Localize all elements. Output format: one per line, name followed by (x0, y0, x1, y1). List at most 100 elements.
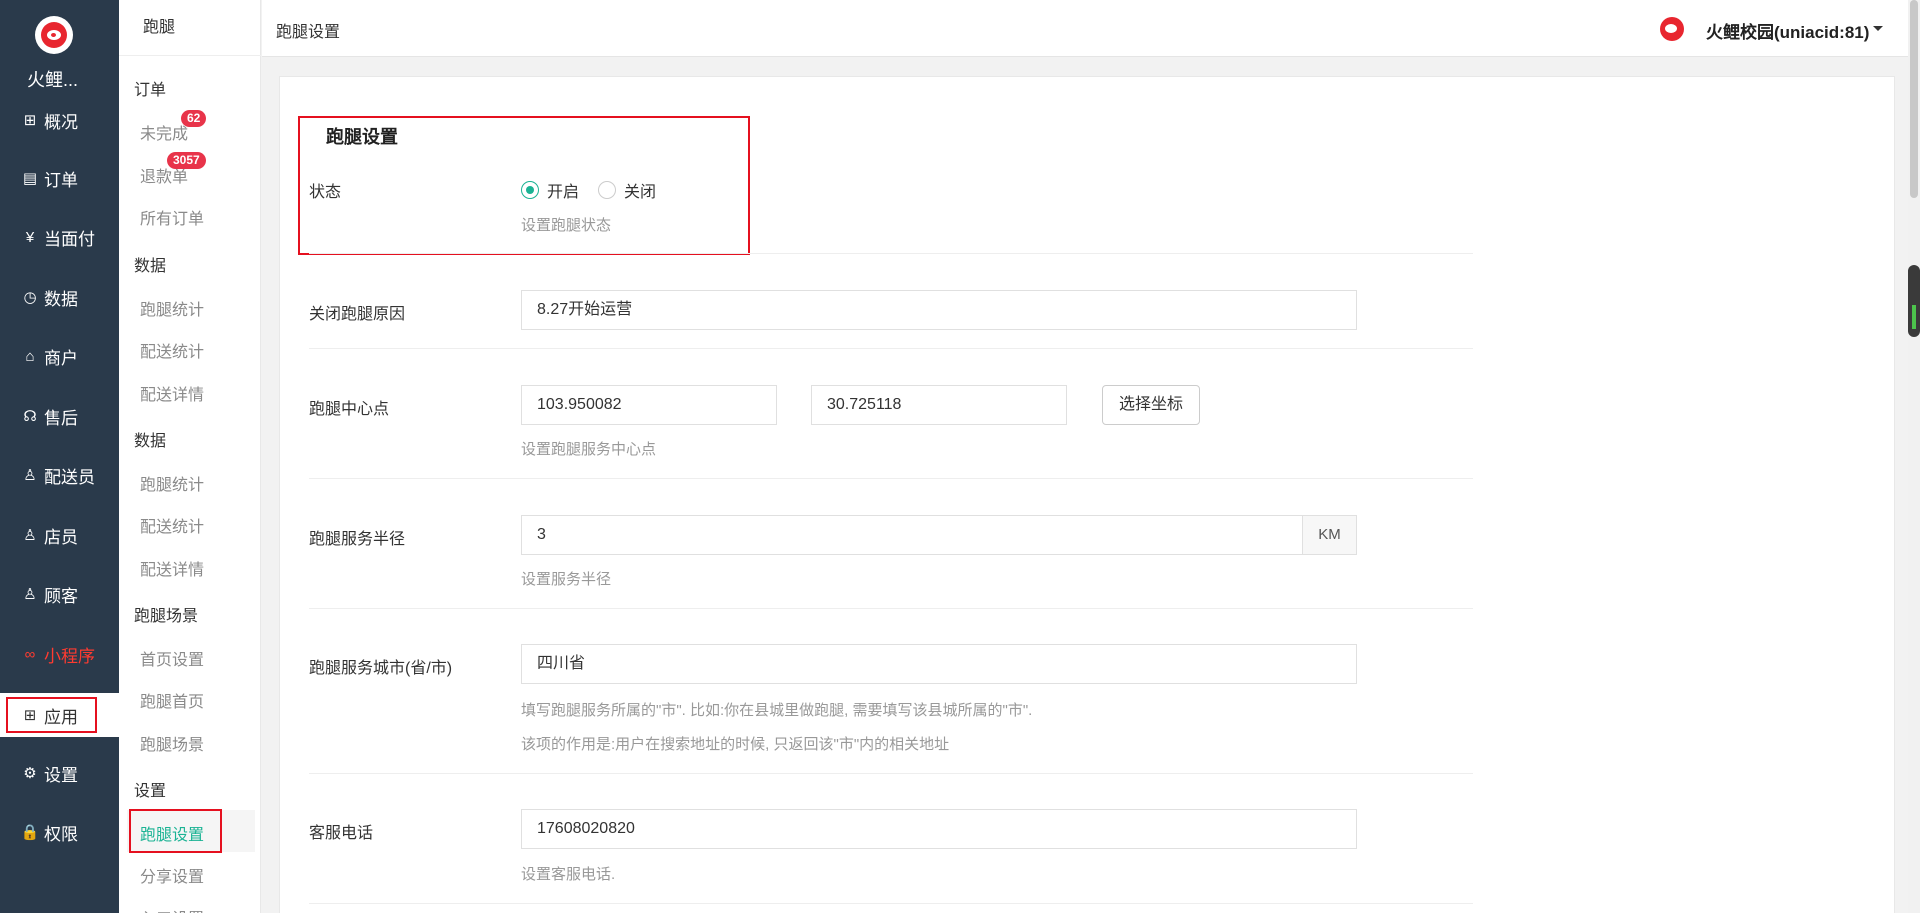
group-data-2: 数据 (134, 433, 167, 450)
link-errand-stats[interactable]: 跑腿统计 (140, 296, 204, 320)
radius-unit-addon: KM (1302, 515, 1357, 555)
divider (309, 903, 1473, 904)
link-delivery-stats-2[interactable]: 配送统计 (140, 513, 204, 537)
center-help: 设置跑腿服务中心点 (521, 441, 657, 458)
rail-item-label: 商户 (44, 348, 78, 368)
rail-item-label: 当面付 (44, 229, 95, 249)
link-delivery-stats[interactable]: 配送统计 (140, 338, 204, 362)
refund-count-badge: 3057 (167, 152, 206, 169)
status-off-radio[interactable]: 关闭 (598, 178, 656, 202)
rail-item-label: 设置 (44, 765, 78, 785)
section-title: 跑腿设置 (326, 127, 398, 147)
city-input[interactable]: 四川省 (521, 644, 1357, 684)
radio-label: 开启 (547, 184, 580, 201)
chart-icon: ◷ (23, 289, 37, 306)
rail-item-label: 小程序 (44, 646, 95, 666)
main-nav-rail: 火鲤... ⊞ 概况 ▤ 订单 ¥ 当面付 ◷ 数据 ⌂ 商户 ☊ 售后 ♙ 配… (0, 0, 119, 913)
close-reason-label: 关闭跑腿原因 (309, 306, 406, 323)
vertical-scrollbar[interactable] (1908, 0, 1920, 913)
status-label: 状态 (309, 184, 342, 201)
rail-item-apps[interactable]: ⊞ 应用 (0, 693, 119, 737)
unfinished-count-badge: 62 (181, 110, 207, 127)
rail-item-data[interactable]: ◷ 数据 (0, 277, 119, 317)
customer-icon: ♙ (23, 586, 37, 603)
account-logo-icon (1660, 17, 1684, 41)
divider (309, 348, 1473, 349)
city-help-1: 填写跑腿服务所属的"市". 比如:你在县城里做跑腿, 需要填写该县城所属的"市"… (521, 702, 1033, 719)
rail-item-permissions[interactable]: 🔒 权限 (0, 812, 119, 852)
rail-item-label: 权限 (44, 824, 78, 844)
yen-icon: ¥ (25, 228, 35, 246)
account-menu[interactable]: 火鲤校园(uniacid:81) (1706, 18, 1869, 43)
courier-icon: ♙ (23, 467, 37, 484)
rail-item-face-pay[interactable]: ¥ 当面付 (0, 217, 119, 257)
brand-name: 火鲤... (26, 70, 78, 90)
rail-item-order[interactable]: ▤ 订单 (0, 158, 119, 198)
overview-icon: ⊞ (23, 112, 37, 129)
rail-item-label: 店员 (44, 527, 78, 547)
link-unfinished[interactable]: 未完成 (140, 120, 188, 144)
lock-icon: 🔒 (20, 824, 40, 841)
link-all-orders[interactable]: 所有订单 (140, 205, 204, 229)
group-orders: 订单 (134, 82, 167, 99)
phone-input[interactable]: 17608020820 (521, 809, 1357, 849)
link-delivery-details[interactable]: 配送详情 (140, 381, 204, 405)
link-delivery-details-2[interactable]: 配送详情 (140, 556, 204, 580)
link-errand-scenes[interactable]: 跑腿场景 (140, 731, 204, 755)
radio-label: 关闭 (624, 184, 657, 201)
phone-help: 设置客服电话. (521, 866, 616, 883)
scrollbar-thumb[interactable] (1910, 0, 1918, 198)
longitude-input[interactable]: 103.950082 (521, 385, 777, 425)
breadcrumb: 跑腿设置 (276, 24, 341, 41)
rail-item-label: 顾客 (44, 586, 78, 606)
scroll-grip-icon[interactable] (1908, 265, 1920, 337)
rail-item-label: 配送员 (44, 467, 95, 487)
rail-item-courier[interactable]: ♙ 配送员 (0, 455, 119, 495)
sub-sidebar: 跑腿 订单 未完成 62 退款单 3057 所有订单 数据 跑腿统计 配送统计 … (119, 0, 261, 913)
link-entry-settings[interactable]: 入口设置 (140, 905, 204, 913)
group-settings: 设置 (134, 783, 167, 800)
group-data: 数据 (134, 258, 167, 275)
status-on-radio[interactable]: 开启 (521, 178, 579, 202)
brand-logo-icon[interactable] (35, 16, 73, 54)
clerk-icon: ♙ (23, 527, 37, 544)
center-label: 跑腿中心点 (309, 401, 390, 418)
brand-area: 火鲤... (0, 0, 119, 100)
store-icon: ⌂ (25, 347, 35, 365)
city-help-2: 该项的作用是:用户在搜索地址的时候, 只返回该"市"内的相关地址 (521, 736, 950, 753)
rail-item-merchant[interactable]: ⌂ 商户 (0, 336, 119, 376)
radio-unchecked-icon (598, 181, 616, 199)
radius-help: 设置服务半径 (521, 571, 612, 588)
miniprogram-icon: ∞ (24, 645, 36, 663)
group-scenes: 跑腿场景 (134, 608, 199, 625)
select-coordinates-button[interactable]: 选择坐标 (1102, 385, 1200, 425)
rail-item-settings[interactable]: ⚙ 设置 (0, 753, 119, 793)
link-errand-stats-2[interactable]: 跑腿统计 (140, 471, 204, 495)
rail-item-after-sales[interactable]: ☊ 售后 (0, 396, 119, 436)
divider (309, 773, 1473, 774)
chevron-down-icon[interactable] (1873, 26, 1883, 31)
divider (309, 608, 1473, 609)
link-home-settings[interactable]: 首页设置 (140, 646, 204, 670)
rail-item-label: 售后 (44, 408, 78, 428)
highlight-box (6, 697, 97, 733)
link-errand-home[interactable]: 跑腿首页 (140, 688, 204, 712)
rail-item-miniprogram[interactable]: ∞ 小程序 (0, 634, 119, 674)
rail-item-label: 数据 (44, 289, 78, 309)
gear-icon: ⚙ (23, 765, 37, 782)
sub-sidebar-title: 跑腿 (119, 0, 261, 56)
order-icon: ▤ (22, 170, 38, 187)
latitude-input[interactable]: 30.725118 (811, 385, 1067, 425)
link-share-settings[interactable]: 分享设置 (140, 863, 204, 887)
phone-label: 客服电话 (309, 825, 374, 842)
radius-label: 跑腿服务半径 (309, 531, 406, 548)
link-errand-settings[interactable]: 跑腿设置 (140, 821, 204, 845)
rail-item-label: 订单 (44, 170, 78, 190)
city-label: 跑腿服务城市(省/市) (309, 660, 453, 677)
rail-item-clerk[interactable]: ♙ 店员 (0, 515, 119, 555)
radius-input[interactable]: 3 (521, 515, 1303, 555)
rail-item-customer[interactable]: ♙ 顾客 (0, 574, 119, 614)
top-bar: 跑腿设置 火鲤校园(uniacid:81) (262, 0, 1920, 57)
close-reason-input[interactable]: 8.27开始运营 (521, 290, 1357, 330)
rail-item-overview[interactable]: ⊞ 概况 (0, 100, 119, 140)
